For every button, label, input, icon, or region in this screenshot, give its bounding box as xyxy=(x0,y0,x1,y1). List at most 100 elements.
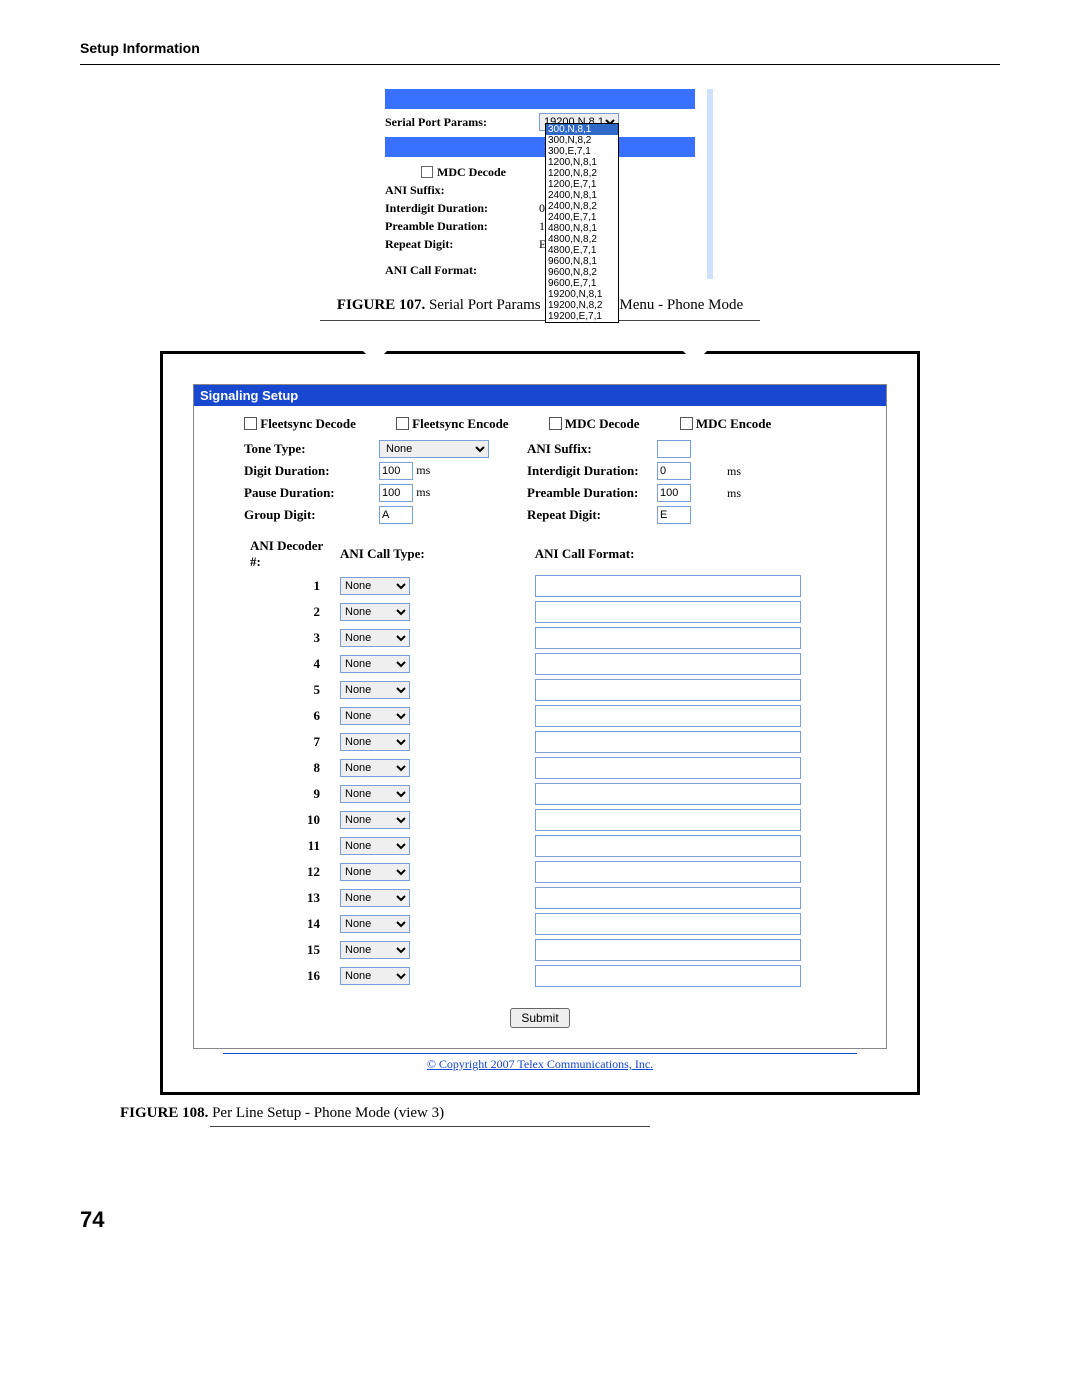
header-rule xyxy=(80,64,1000,65)
group-digit-input[interactable] xyxy=(379,506,413,524)
preamble-duration-label: Preamble Duration: xyxy=(527,485,657,501)
ani-decoder-index: 7 xyxy=(246,730,334,754)
ani-suffix-label: ANI Suffix: xyxy=(527,441,657,457)
ani-decoder-index: 8 xyxy=(246,756,334,780)
ani-call-format-input[interactable] xyxy=(535,757,801,779)
page-number: 74 xyxy=(80,1207,1000,1233)
ani-call-format-input[interactable] xyxy=(535,627,801,649)
ani-decoder-row: 4None xyxy=(246,652,805,676)
tone-type-select[interactable]: None xyxy=(379,440,489,458)
submit-button[interactable]: Submit xyxy=(510,1008,569,1028)
ani-decoder-index: 14 xyxy=(246,912,334,936)
mdc-encode-checkbox[interactable] xyxy=(680,417,693,430)
ani-call-type-select[interactable]: None xyxy=(340,655,410,673)
serial-port-option[interactable]: 300,N,8,2 xyxy=(546,135,618,146)
preamble-duration-input[interactable] xyxy=(657,484,691,502)
serial-port-option[interactable]: 4800,E,7,1 xyxy=(546,245,618,256)
serial-port-option[interactable]: 2400,E,7,1 xyxy=(546,212,618,223)
ani-call-format-input[interactable] xyxy=(535,965,801,987)
preamble-label-107: Preamble Duration: xyxy=(385,219,535,234)
ani-call-format-input[interactable] xyxy=(535,575,801,597)
serial-port-option[interactable]: 4800,N,8,1 xyxy=(546,223,618,234)
serial-port-option[interactable]: 300,N,8,1 xyxy=(546,124,618,135)
ani-decoder-index: 5 xyxy=(246,678,334,702)
mdc-decode-label: MDC Decode xyxy=(437,165,506,180)
ani-call-type-select[interactable]: None xyxy=(340,707,410,725)
ani-decoder-row: 10None xyxy=(246,808,805,832)
mdc-decode-label-108: MDC Decode xyxy=(565,416,640,431)
serial-port-option[interactable]: 1200,E,7,1 xyxy=(546,179,618,190)
ani-call-type-select[interactable]: None xyxy=(340,915,410,933)
serial-port-option[interactable]: 19200,E,7,1 xyxy=(546,311,618,322)
serial-port-option[interactable]: 2400,N,8,2 xyxy=(546,201,618,212)
ani-call-type-select[interactable]: None xyxy=(340,681,410,699)
serial-port-option[interactable]: 300,E,7,1 xyxy=(546,146,618,157)
pause-duration-input[interactable] xyxy=(379,484,413,502)
ani-call-format-input[interactable] xyxy=(535,835,801,857)
ani-call-format-input[interactable] xyxy=(535,601,801,623)
fleetsync-decode-label: Fleetsync Decode xyxy=(260,416,356,431)
ani-call-type-select[interactable]: None xyxy=(340,863,410,881)
ani-call-type-select[interactable]: None xyxy=(340,603,410,621)
fleetsync-encode-label: Fleetsync Encode xyxy=(412,416,508,431)
ani-decoder-row: 1None xyxy=(246,574,805,598)
ani-call-type-select[interactable]: None xyxy=(340,811,410,829)
repeat-label-107: Repeat Digit: xyxy=(385,237,535,252)
serial-port-option[interactable]: 9600,E,7,1 xyxy=(546,278,618,289)
interdigit-label-107: Interdigit Duration: xyxy=(385,201,535,216)
ani-call-format-input[interactable] xyxy=(535,887,801,909)
ani-call-format-input[interactable] xyxy=(535,653,801,675)
ani-decoder-row: 3None xyxy=(246,626,805,650)
ani-call-type-select[interactable]: None xyxy=(340,941,410,959)
ani-call-type-select[interactable]: None xyxy=(340,967,410,985)
digit-duration-input[interactable] xyxy=(379,462,413,480)
ani-call-format-input[interactable] xyxy=(535,861,801,883)
serial-port-params-label: Serial Port Params: xyxy=(385,115,535,130)
repeat-digit-input[interactable] xyxy=(657,506,691,524)
fleetsync-encode-checkbox[interactable] xyxy=(396,417,409,430)
serial-port-option[interactable]: 9600,N,8,1 xyxy=(546,256,618,267)
serial-port-option[interactable]: 19200,N,8,2 xyxy=(546,300,618,311)
ani-call-type-select[interactable]: None xyxy=(340,785,410,803)
ani-call-format-input[interactable] xyxy=(535,783,801,805)
ani-decoder-row: 8 None xyxy=(246,756,805,780)
ani-decoder-index: 11 xyxy=(246,834,334,858)
figure-107-rule xyxy=(320,320,760,321)
ani-call-type-select[interactable]: None xyxy=(340,837,410,855)
ani-call-format-input[interactable] xyxy=(535,939,801,961)
ani-call-format-input[interactable] xyxy=(535,809,801,831)
ani-decoder-row: 16None xyxy=(246,964,805,988)
ani-call-format-input[interactable] xyxy=(535,679,801,701)
ani-suffix-input[interactable] xyxy=(657,440,691,458)
ani-call-type-select[interactable]: None xyxy=(340,889,410,907)
serial-port-option[interactable]: 9600,N,8,2 xyxy=(546,267,618,278)
ani-call-format-input[interactable] xyxy=(535,731,801,753)
ani-call-type-select[interactable]: None xyxy=(340,629,410,647)
digit-duration-label: Digit Duration: xyxy=(244,463,379,479)
ani-decoder-index: 9 xyxy=(246,782,334,806)
serial-port-params-dropdown-open[interactable]: 300,N,8,1300,N,8,2300,E,7,11200,N,8,1120… xyxy=(545,123,619,323)
figure-108-frame: Signaling Setup Fleetsync Decode Fleetsy… xyxy=(160,351,920,1095)
ani-decoder-row: 14 None xyxy=(246,912,805,936)
serial-port-option[interactable]: 19200,N,8,1 xyxy=(546,289,618,300)
ani-decoder-row: 5 None xyxy=(246,678,805,702)
ani-call-format-input[interactable] xyxy=(535,705,801,727)
ani-call-type-select[interactable]: None xyxy=(340,577,410,595)
ani-call-format-input[interactable] xyxy=(535,913,801,935)
interdigit-duration-input[interactable] xyxy=(657,462,691,480)
ani-decoder-row: 13None xyxy=(246,886,805,910)
serial-port-option[interactable]: 2400,N,8,1 xyxy=(546,190,618,201)
fleetsync-decode-checkbox[interactable] xyxy=(244,417,257,430)
serial-port-option[interactable]: 1200,N,8,1 xyxy=(546,157,618,168)
ani-call-type-select[interactable]: None xyxy=(340,759,410,777)
mdc-decode-checkbox[interactable] xyxy=(421,166,433,178)
ani-call-type-select[interactable]: None xyxy=(340,733,410,751)
mdc-decode-checkbox-108[interactable] xyxy=(549,417,562,430)
serial-port-option[interactable]: 4800,N,8,2 xyxy=(546,234,618,245)
copyright-text: © Copyright 2007 Telex Communications, I… xyxy=(223,1053,857,1072)
serial-port-option[interactable]: 1200,N,8,2 xyxy=(546,168,618,179)
figure-108-rule xyxy=(210,1126,650,1127)
ani-decoder-row: 7 None xyxy=(246,730,805,754)
signaling-setup-header: Signaling Setup xyxy=(194,385,886,406)
tone-type-label: Tone Type: xyxy=(244,441,379,457)
